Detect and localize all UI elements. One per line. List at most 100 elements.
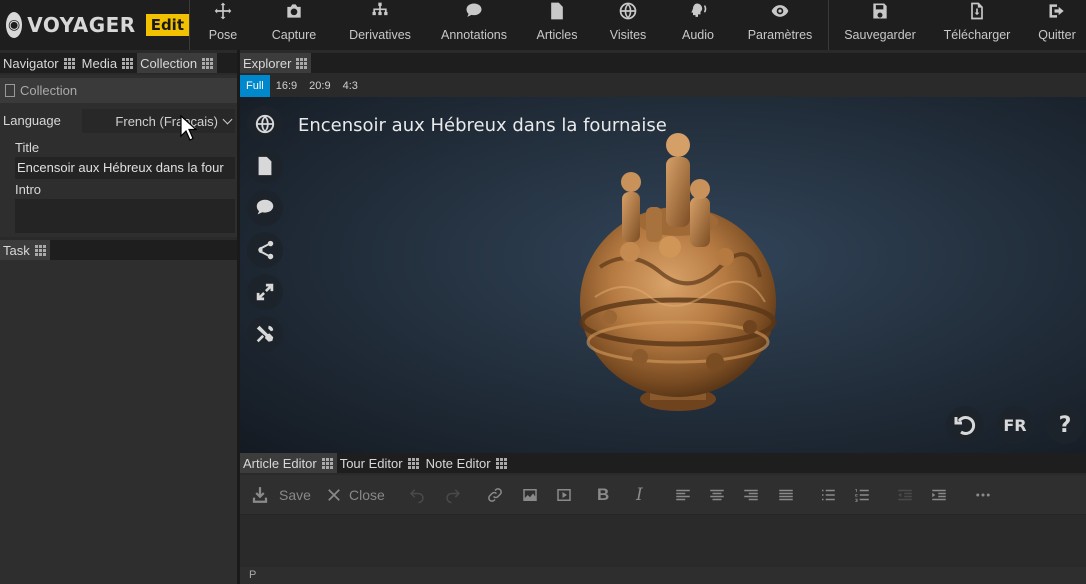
document-icon [5, 84, 15, 97]
grid-icon [202, 57, 215, 69]
image-icon [523, 489, 537, 501]
insert-media-button[interactable] [555, 485, 573, 505]
redo-button[interactable] [444, 485, 462, 505]
mouse-cursor-icon [180, 115, 198, 141]
toolbar-telecharger-button[interactable]: Télécharger [940, 0, 1014, 50]
bullet-list-button[interactable] [819, 485, 837, 505]
grid-icon [495, 457, 508, 469]
italic-button[interactable]: I [636, 485, 643, 505]
comment-icon [466, 3, 482, 17]
video-icon [557, 489, 571, 501]
tab-article-editor[interactable]: Article Editor [240, 453, 337, 473]
language-select[interactable]: French (Français) [82, 109, 235, 133]
bold-button[interactable]: B [597, 485, 609, 505]
tab-task[interactable]: Task [0, 240, 50, 260]
toolbar-articles-button[interactable]: Articles [533, 0, 581, 50]
audio-icon [691, 3, 707, 17]
aspect-4-3[interactable]: 4:3 [337, 75, 364, 97]
toolbar-quitter-button[interactable]: Quitter [1036, 0, 1078, 50]
numbered-list-icon [855, 489, 869, 502]
help-button[interactable]: ? [1046, 406, 1084, 444]
outdent-button[interactable] [896, 485, 914, 505]
exit-icon [1049, 4, 1064, 18]
bullet-list-icon [822, 489, 835, 501]
justify-button[interactable] [777, 485, 795, 505]
share-icon [258, 240, 274, 260]
document-button[interactable] [247, 148, 283, 184]
outdent-icon [898, 489, 912, 501]
numbered-list-button[interactable] [853, 485, 871, 505]
link-button[interactable] [486, 485, 504, 505]
voyager-app: ◉ VOYAGER Edit Pose Capture Derivatives … [0, 0, 1086, 584]
save-article-button[interactable]: Save [251, 485, 311, 505]
toolbar-visites-button[interactable]: Visites [604, 0, 652, 50]
tab-media[interactable]: Media [79, 53, 137, 73]
fullscreen-button[interactable] [247, 274, 283, 310]
align-center-button[interactable] [708, 485, 726, 505]
camera-icon [287, 4, 301, 18]
grid-icon [122, 57, 135, 69]
tab-explorer[interactable]: Explorer [240, 53, 312, 73]
grid-icon [63, 57, 76, 69]
align-right-icon [744, 489, 758, 501]
aspect-ratio-bar: Full 16:9 20:9 4:3 [240, 75, 1086, 97]
task-tabbar: Task [0, 240, 238, 260]
edit-mode-badge: Edit [145, 14, 189, 36]
annotations-button[interactable] [247, 190, 283, 226]
grid-icon [321, 457, 334, 469]
editor-tabbar: Article Editor Tour Editor Note Editor [240, 453, 1086, 473]
globe-button[interactable] [247, 106, 283, 142]
task-panel [0, 260, 238, 584]
indent-icon [932, 489, 946, 501]
toolbar-derivatives-button[interactable]: Derivatives [344, 0, 416, 50]
align-right-button[interactable] [742, 485, 760, 505]
globe-icon [619, 2, 637, 20]
toolbar-sauvegarder-button[interactable]: Sauvegarder [840, 0, 920, 50]
tab-note-editor[interactable]: Note Editor [423, 453, 511, 473]
editor-status-path: P [240, 567, 1086, 584]
app-logo: ◉ VOYAGER Edit [0, 0, 190, 50]
toolbar-capture-button[interactable]: Capture [268, 0, 320, 50]
eye-icon [771, 5, 789, 17]
language-button[interactable]: FR [996, 406, 1034, 444]
3d-viewport[interactable]: Encensoir aux Hébreux dans la fournaise [240, 97, 1086, 453]
aspect-16-9[interactable]: 16:9 [270, 75, 303, 97]
undo-button[interactable] [408, 485, 426, 505]
align-left-icon [676, 489, 690, 501]
aspect-20-9[interactable]: 20:9 [303, 75, 336, 97]
expand-icon [256, 283, 274, 301]
share-button[interactable] [247, 232, 283, 268]
main-toolbar: ◉ VOYAGER Edit Pose Capture Derivatives … [0, 0, 1086, 50]
incense-burner-3d-model[interactable] [570, 127, 785, 417]
insert-image-button[interactable] [521, 485, 539, 505]
language-label: Language [3, 113, 61, 128]
tab-tour-editor[interactable]: Tour Editor [337, 453, 423, 473]
toolbar-pose-button[interactable]: Pose [206, 0, 240, 50]
toolbar-parametres-button[interactable]: Paramètres [745, 0, 815, 50]
more-options-button[interactable] [974, 485, 992, 505]
intro-label: Intro [15, 182, 42, 197]
reset-view-button[interactable] [946, 406, 984, 444]
close-icon [328, 489, 340, 501]
tools-button[interactable] [247, 316, 283, 352]
tab-collection[interactable]: Collection [137, 53, 218, 73]
close-article-button[interactable]: Close [325, 485, 385, 505]
undo-icon [409, 489, 424, 504]
redo-icon [446, 489, 461, 504]
aspect-full[interactable]: Full [240, 75, 270, 97]
explorer-tabbar: Explorer [240, 53, 1086, 73]
indent-button[interactable] [930, 485, 948, 505]
title-label: Title [15, 140, 40, 155]
intro-input[interactable] [15, 199, 235, 233]
download-icon [971, 2, 983, 20]
align-left-button[interactable] [674, 485, 692, 505]
hierarchy-icon [372, 2, 388, 16]
collection-header: Collection [0, 78, 237, 103]
toolbar-annotations-button[interactable]: Annotations [438, 0, 510, 50]
article-editor-body[interactable] [240, 515, 1086, 567]
link-icon [488, 488, 502, 502]
title-input[interactable]: Encensoir aux Hébreux dans la four [15, 157, 235, 179]
download-tray-icon [252, 487, 268, 503]
toolbar-audio-button[interactable]: Audio [678, 0, 718, 50]
tab-navigator[interactable]: Navigator [0, 53, 79, 73]
